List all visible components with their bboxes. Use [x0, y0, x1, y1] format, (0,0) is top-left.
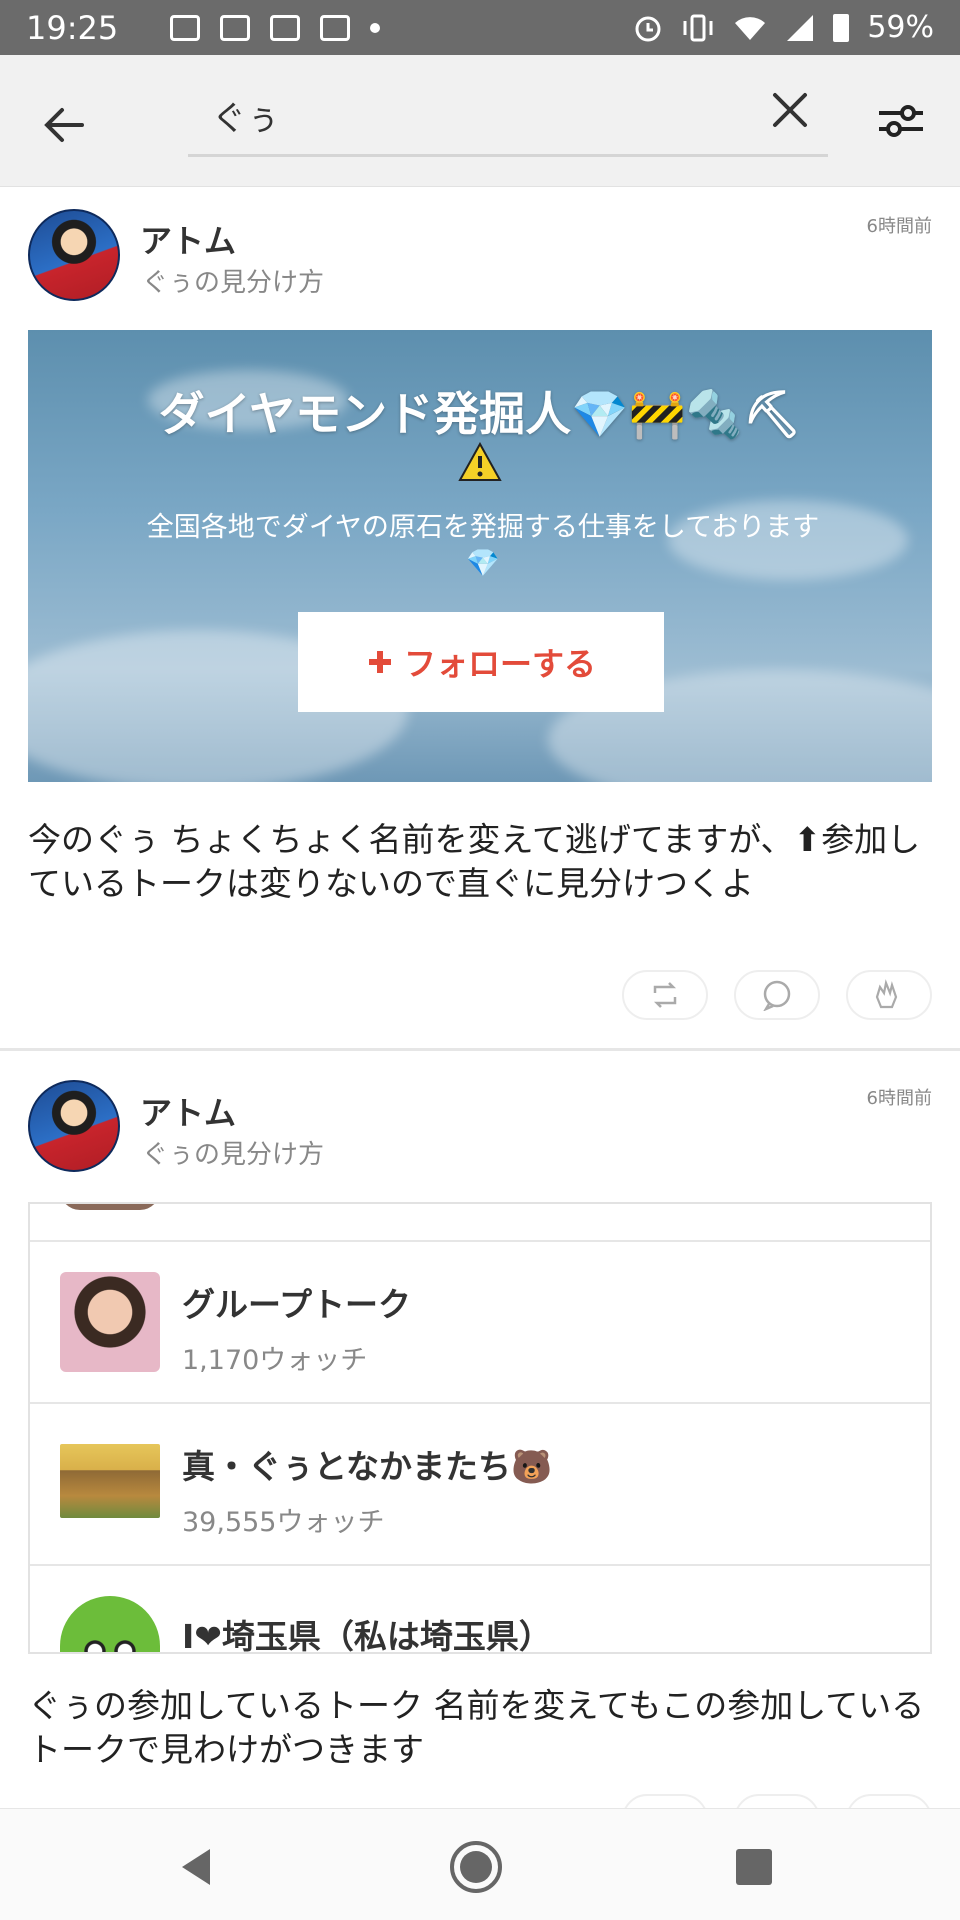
battery-level: 59% [867, 10, 934, 45]
post-card: アトム ぐぅの見分け方 6時間前 ダイヤモンド発掘人💎🚧🔩⛏ 全国各地でダイヤの… [0, 188, 960, 1048]
follow-button[interactable]: フォローする [298, 612, 664, 712]
talk-list-image: グループトーク 1,170ウォッチ 真・ぐぅとなかまたち🐻 39,555ウォッチ… [28, 1202, 932, 1654]
gallery-icon [170, 14, 201, 41]
talk-title: グループトーク [182, 1285, 412, 1324]
repost-icon [653, 982, 677, 1008]
back-button[interactable] [34, 95, 94, 155]
app-icon [320, 14, 351, 41]
search-field [188, 85, 828, 157]
banner-title: ダイヤモンド発掘人💎🚧🔩⛏ [158, 387, 802, 441]
yahoo-icon [270, 14, 301, 41]
more-notifications-icon [370, 22, 381, 33]
talk-thumbnail [60, 1272, 160, 1372]
nav-home-icon[interactable] [446, 1837, 506, 1897]
post-time: 6時間前 [866, 216, 932, 237]
author-name[interactable]: アトム [140, 1088, 236, 1134]
status-time: 19:25 [26, 8, 119, 47]
list-item[interactable]: I❤埼玉県（私は埼玉県） [30, 1564, 930, 1654]
filter-button[interactable] [876, 99, 932, 155]
system-nav-bar [0, 1808, 960, 1920]
clap-icon [875, 979, 898, 1009]
follow-label: フォローする [403, 645, 596, 683]
search-bar [0, 55, 960, 187]
search-input[interactable] [188, 85, 708, 145]
clear-search-button[interactable] [760, 85, 820, 145]
list-item[interactable]: 真・ぐぅとなかまたち🐻 39,555ウォッチ [30, 1402, 930, 1560]
talk-name[interactable]: ぐぅの見分け方 [142, 262, 324, 299]
author-avatar[interactable] [28, 209, 120, 301]
mail-icon [220, 14, 251, 41]
vibrate-icon [683, 14, 713, 41]
list-item[interactable]: グループトーク 1,170ウォッチ [30, 1240, 930, 1398]
watch-count: 1,170ウォッチ [182, 1345, 368, 1376]
profile-banner: ダイヤモンド発掘人💎🚧🔩⛏ 全国各地でダイヤの原石を発掘する仕事をしております💎… [28, 330, 932, 782]
talk-thumbnail [60, 1444, 160, 1518]
comment-icon [763, 980, 791, 1011]
wifi-icon [735, 16, 766, 40]
post-actions [622, 1794, 932, 1808]
comment-button[interactable] [734, 1794, 820, 1808]
clap-button[interactable] [846, 1794, 932, 1808]
repost-button[interactable] [622, 1794, 708, 1808]
warning-icon [458, 442, 502, 481]
filter-sliders-icon [879, 105, 923, 137]
battery-icon [833, 13, 850, 42]
signal-icon [787, 14, 814, 41]
post-divider [0, 1048, 960, 1051]
talk-title: I❤埼玉県（私は埼玉県） [182, 1617, 552, 1654]
post-time: 6時間前 [866, 1088, 932, 1109]
author-name[interactable]: アトム [140, 216, 236, 262]
post-body: 今のぐぅ ちょくちょく名前を変えて逃げてますが、⬆参加しているトークは変りないの… [28, 820, 921, 903]
talk-name[interactable]: ぐぅの見分け方 [142, 1134, 324, 1171]
author-avatar[interactable] [28, 1080, 120, 1172]
status-bar: 19:25 59% [0, 0, 960, 55]
clap-button[interactable] [846, 970, 932, 1020]
talk-title: 真・ぐぅとなかまたち🐻 [182, 1447, 553, 1486]
post-body: ぐぅの参加しているトーク 名前を変えてもこの参加しているトークで見わけがつきます [28, 1686, 925, 1769]
nav-recents-icon[interactable] [724, 1837, 784, 1897]
plus-icon [368, 651, 391, 673]
nav-back-icon[interactable] [170, 1837, 230, 1897]
talk-thumbnail [60, 1596, 160, 1652]
close-icon [773, 93, 807, 127]
comment-button[interactable] [734, 970, 820, 1020]
watch-count: 39,555ウォッチ [182, 1507, 385, 1538]
post-actions [622, 970, 932, 1020]
repost-button[interactable] [622, 970, 708, 1020]
banner-description: 全国各地でダイヤの原石を発掘する仕事をしております💎 [146, 512, 820, 579]
talk-thumb-partial [60, 1204, 160, 1210]
alarm-icon [635, 16, 661, 41]
arrow-left-icon [44, 108, 84, 142]
